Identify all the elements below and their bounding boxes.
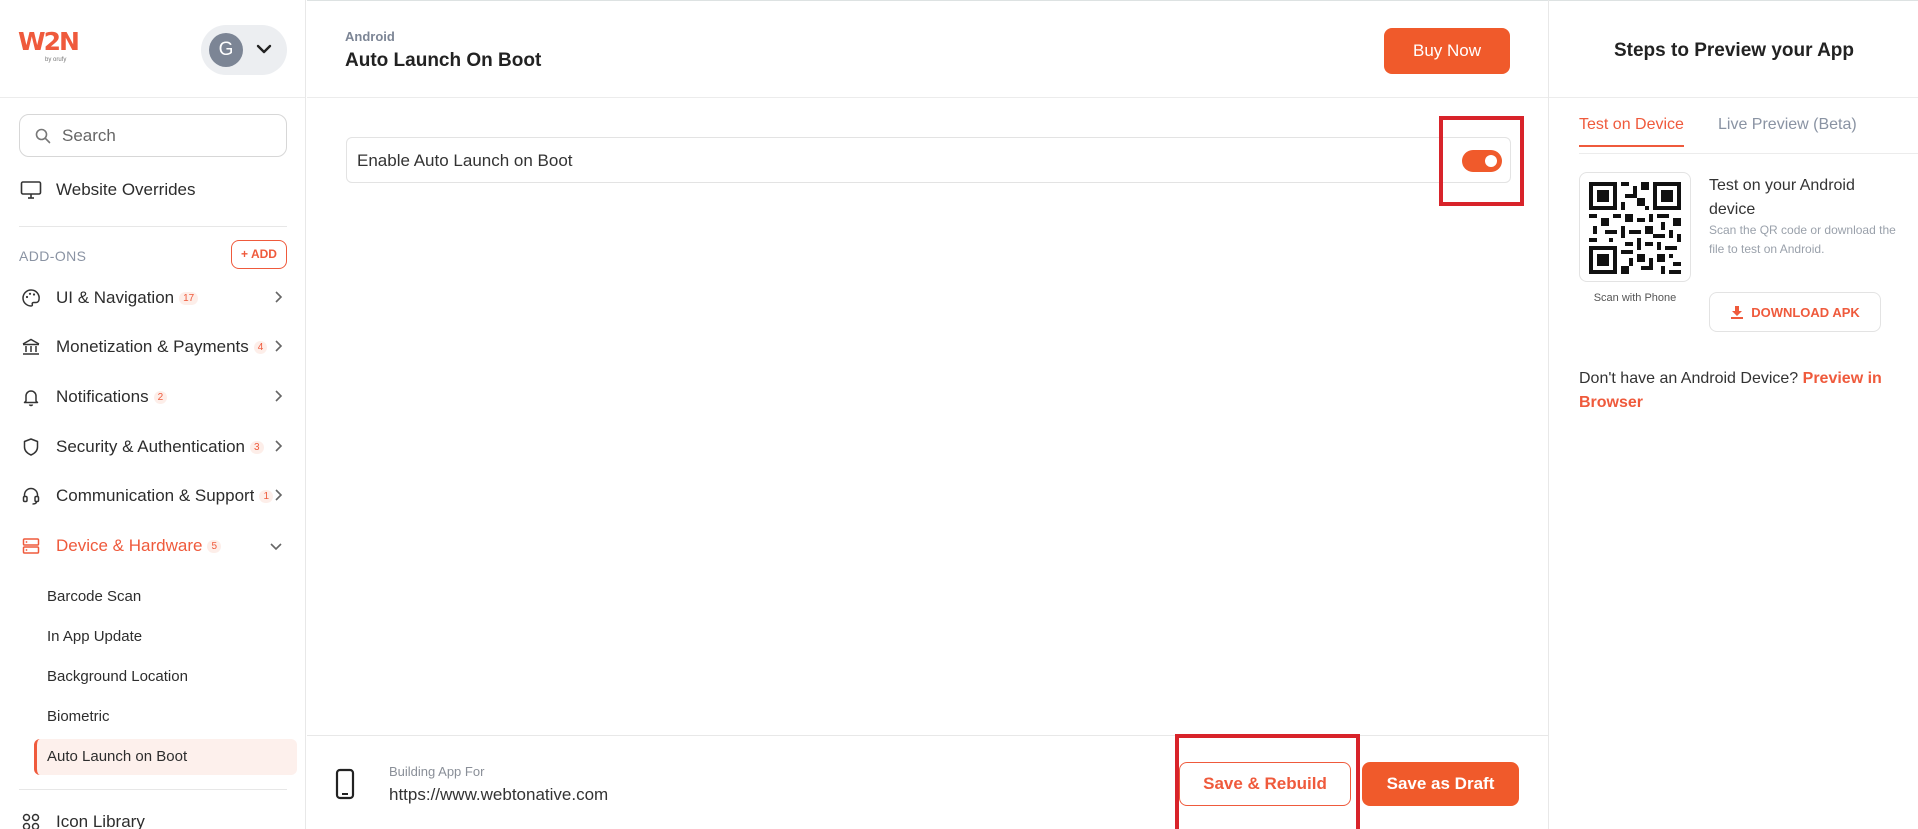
sidebar-item-label: Device & Hardware bbox=[56, 536, 203, 555]
sub-item-barcode-scan[interactable]: Barcode Scan bbox=[34, 579, 297, 615]
sidebar-item-label: Security & Authentication bbox=[56, 437, 246, 456]
sidebar-item-device-hardware[interactable]: Device & Hardware 5 bbox=[19, 530, 287, 562]
phone-icon bbox=[335, 768, 355, 800]
addons-header: ADD-ONS + ADD bbox=[19, 240, 287, 270]
chevron-down-icon bbox=[256, 44, 272, 54]
sidebar-item-ui-navigation[interactable]: UI & Navigation 17 bbox=[19, 282, 287, 314]
count-badge: 5 bbox=[207, 539, 222, 553]
breadcrumb: Android bbox=[345, 29, 395, 44]
bank-icon bbox=[19, 335, 43, 359]
setting-row: Enable Auto Launch on Boot bbox=[346, 137, 1511, 183]
qr-code bbox=[1579, 172, 1691, 282]
avatar: G bbox=[209, 33, 243, 67]
preview-tabs: Test on Device Live Preview (Beta) bbox=[1579, 98, 1918, 154]
count-badge: 1 bbox=[259, 489, 273, 503]
chevron-right-icon bbox=[275, 340, 283, 352]
divider bbox=[19, 226, 287, 227]
sidebar-item-monetization[interactable]: Monetization & Payments 4 bbox=[19, 331, 287, 363]
count-badge: 2 bbox=[153, 390, 168, 404]
sidebar-item-label: Notifications bbox=[56, 387, 149, 406]
sidebar-item-label: Icon Library bbox=[56, 812, 145, 829]
highlight-box bbox=[1175, 734, 1360, 829]
logo-subtitle: by orufy bbox=[45, 57, 67, 63]
preview-panel: Steps to Preview your App Test on Device… bbox=[1548, 0, 1918, 829]
sidebar-item-communication[interactable]: Communication & Support 1 bbox=[19, 480, 287, 512]
highlight-box bbox=[1439, 116, 1524, 206]
sidebar: W2N by orufy G Website Overrides ADD-ONS… bbox=[0, 0, 306, 829]
qr-code-image bbox=[1589, 182, 1681, 274]
save-draft-button[interactable]: Save as Draft bbox=[1362, 762, 1519, 806]
bell-icon bbox=[19, 385, 43, 409]
chevron-right-icon bbox=[275, 390, 283, 402]
divider bbox=[19, 789, 287, 790]
chevron-right-icon bbox=[275, 489, 283, 501]
sidebar-item-notifications[interactable]: Notifications 2 bbox=[19, 381, 287, 413]
app-url: https://www.webtonative.com bbox=[389, 785, 609, 804]
logo[interactable]: W2N by orufy bbox=[18, 28, 80, 66]
chevron-down-icon bbox=[270, 543, 282, 551]
add-button-label: ADD bbox=[250, 247, 277, 261]
add-addon-button[interactable]: + ADD bbox=[231, 240, 287, 269]
test-title: Test on your Android device bbox=[1709, 177, 1855, 218]
chevron-right-icon bbox=[275, 440, 283, 452]
count-badge: 17 bbox=[179, 291, 199, 305]
sidebar-item-security[interactable]: Security & Authentication 3 bbox=[19, 431, 287, 463]
no-device-label: Don't have an Android Device? bbox=[1579, 370, 1799, 387]
sidebar-item-icon-library[interactable]: Icon Library bbox=[19, 806, 287, 829]
sidebar-item-label: Communication & Support bbox=[56, 486, 255, 505]
logo-text: W2N bbox=[18, 27, 80, 56]
palette-icon bbox=[19, 286, 43, 310]
sidebar-item-label: UI & Navigation bbox=[56, 288, 175, 307]
footer-bar: Building App For https://www.webtonative… bbox=[307, 735, 1548, 829]
grid-icon bbox=[19, 810, 43, 829]
building-for-label: Building App For bbox=[389, 764, 485, 779]
download-icon bbox=[1731, 306, 1744, 319]
shield-icon bbox=[19, 435, 43, 459]
headset-icon bbox=[19, 484, 43, 508]
test-description: Scan the QR code or download the file to… bbox=[1709, 223, 1896, 256]
page-title: Auto Launch On Boot bbox=[345, 50, 542, 71]
addons-label: ADD-ONS bbox=[19, 248, 87, 264]
tab-test-on-device[interactable]: Test on Device bbox=[1579, 116, 1684, 147]
count-badge: 4 bbox=[253, 340, 268, 354]
search-input[interactable] bbox=[62, 115, 282, 156]
download-apk-label: DOWNLOAD APK bbox=[1751, 304, 1860, 320]
search-box[interactable] bbox=[19, 114, 287, 157]
search-icon bbox=[35, 128, 51, 144]
account-menu[interactable]: G bbox=[201, 25, 287, 75]
sidebar-header: W2N by orufy G bbox=[0, 0, 305, 98]
sidebar-item-website-overrides[interactable]: Website Overrides bbox=[19, 174, 287, 206]
no-device-text: Don't have an Android Device? Preview in… bbox=[1579, 367, 1904, 415]
device-icon bbox=[19, 534, 43, 558]
sidebar-item-label: Website Overrides bbox=[56, 180, 196, 199]
buy-now-button[interactable]: Buy Now bbox=[1384, 28, 1510, 74]
qr-caption: Scan with Phone bbox=[1593, 292, 1677, 304]
sidebar-item-label: Monetization & Payments bbox=[56, 337, 249, 356]
sub-item-biometric[interactable]: Biometric bbox=[34, 699, 297, 735]
sub-item-background-location[interactable]: Background Location bbox=[34, 659, 297, 695]
monitor-icon bbox=[19, 178, 43, 202]
count-badge: 3 bbox=[250, 440, 264, 454]
tab-live-preview[interactable]: Live Preview (Beta) bbox=[1718, 116, 1857, 145]
chevron-right-icon bbox=[275, 291, 283, 303]
preview-title: Steps to Preview your App bbox=[1613, 40, 1854, 61]
page-header: Android Auto Launch On Boot Buy Now bbox=[307, 0, 1548, 98]
download-apk-button[interactable]: DOWNLOAD APK bbox=[1709, 292, 1881, 332]
sub-item-auto-launch-on-boot[interactable]: Auto Launch on Boot bbox=[34, 739, 297, 775]
sub-item-in-app-update[interactable]: In App Update bbox=[34, 619, 297, 655]
setting-label: Enable Auto Launch on Boot bbox=[357, 151, 573, 170]
